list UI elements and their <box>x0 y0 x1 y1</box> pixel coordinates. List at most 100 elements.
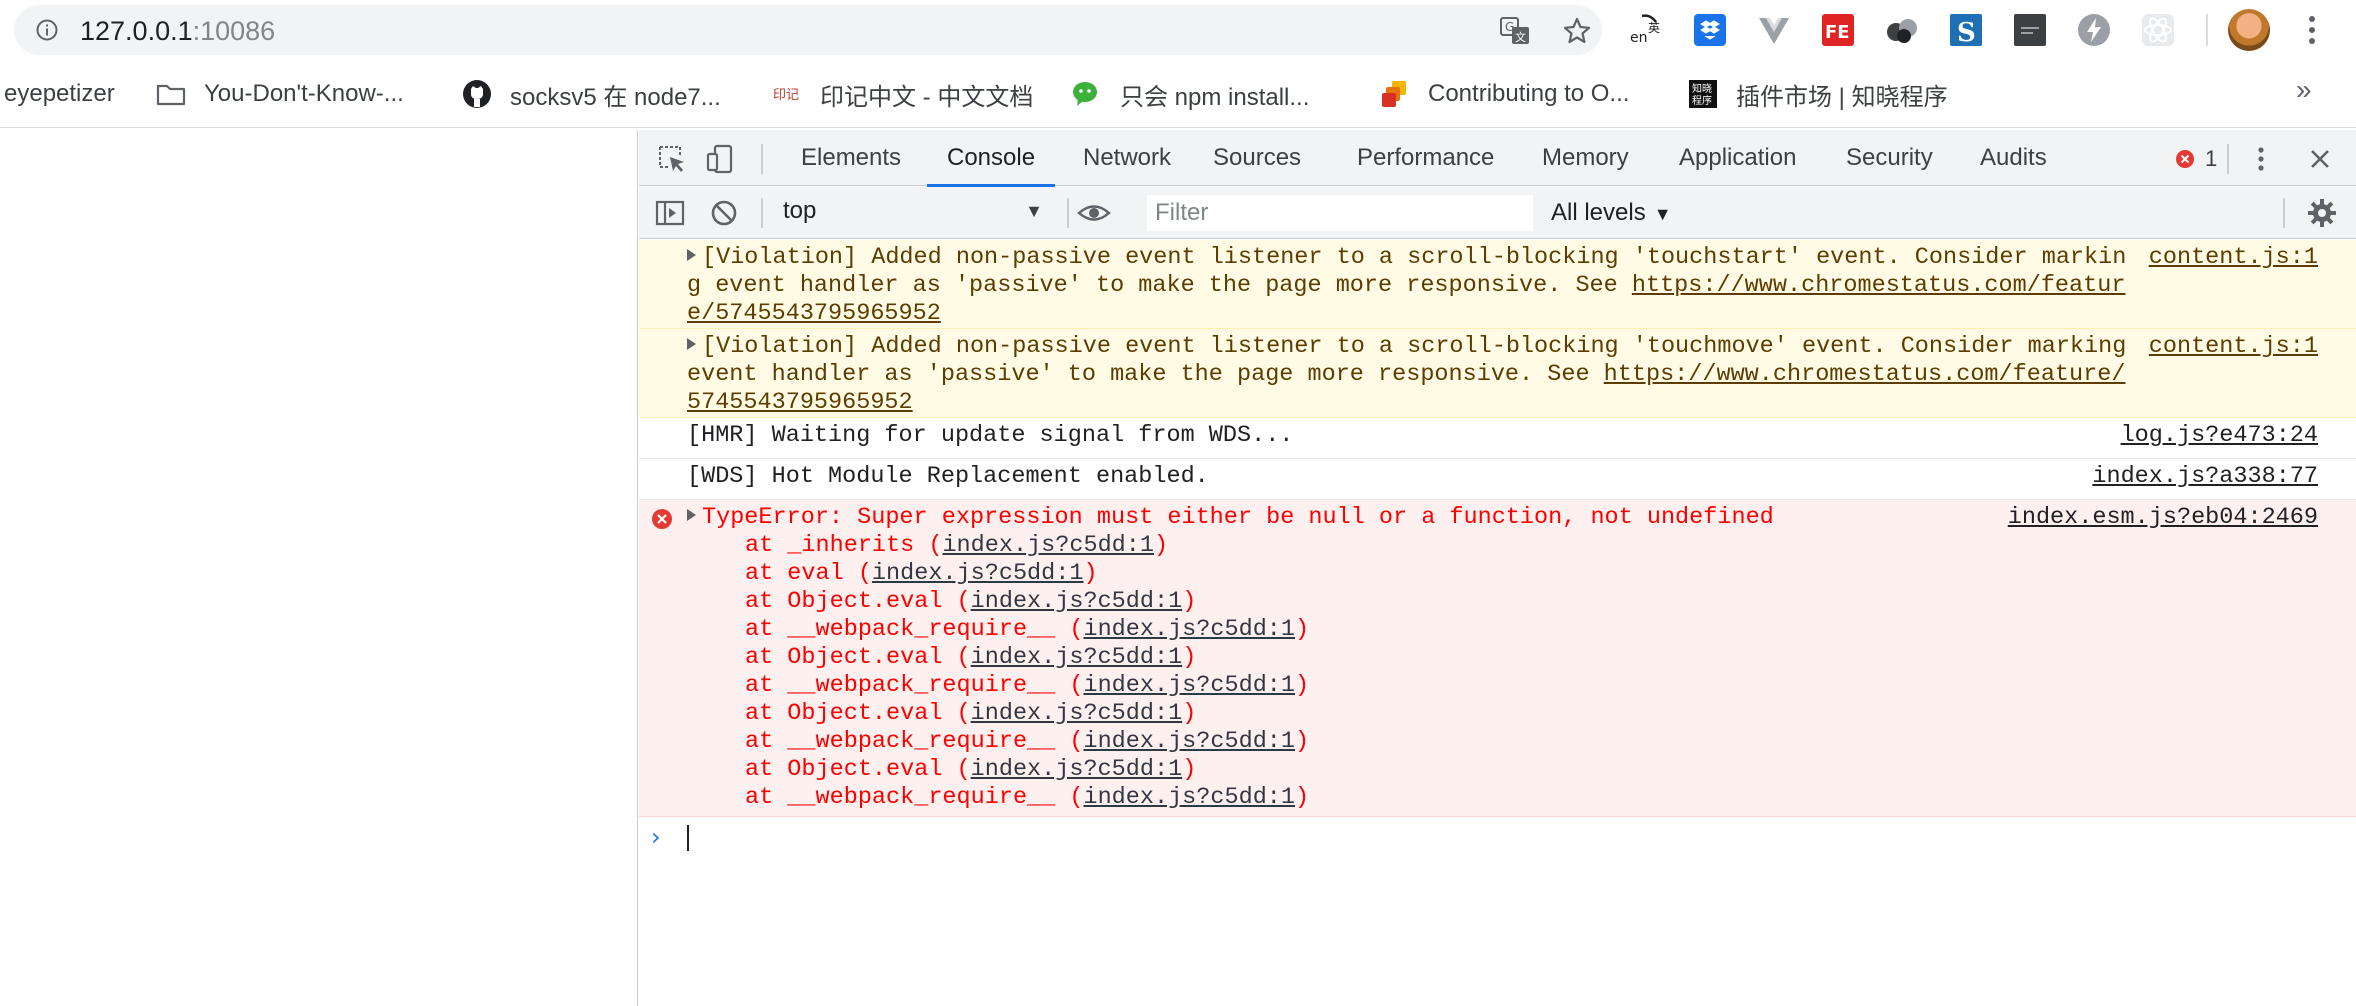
address-bar[interactable]: 127.0.0.1:10086 G 文 <box>14 5 1602 55</box>
bookmark-contributing[interactable]: Contributing to O... <box>1380 74 1629 114</box>
en-translate-icon[interactable]: en 英 <box>1628 12 1664 48</box>
stack-frame-link[interactable]: index.js?c5dd:1 <box>971 700 1183 727</box>
stack-frame-link[interactable]: index.js?c5dd:1 <box>872 560 1084 587</box>
devtools-menu-icon[interactable] <box>2251 144 2271 174</box>
filter-input[interactable] <box>1147 195 1533 231</box>
url-text[interactable]: 127.0.0.1:10086 <box>80 16 275 47</box>
console-prompt[interactable]: › <box>639 817 2356 863</box>
info-icon[interactable] <box>36 19 58 41</box>
tab-console[interactable]: Console <box>926 130 1056 187</box>
expand-triangle-icon[interactable] <box>687 338 696 350</box>
stack-frame-link[interactable]: index.js?c5dd:1 <box>1083 672 1295 699</box>
browser-menu-icon[interactable] <box>2302 14 2322 46</box>
stack-frame: at __webpack_require__ (index.js?c5dd:1) <box>687 616 2136 644</box>
bookmark-docschina[interactable]: 印记 印记中文 - 中文文档 <box>772 74 1033 114</box>
github-icon <box>463 80 491 108</box>
toolbar-divider <box>2227 144 2229 174</box>
tab-sources[interactable]: Sources <box>1213 130 1301 186</box>
console-settings-gear-icon[interactable] <box>2307 198 2337 228</box>
dropbox-icon[interactable] <box>1692 12 1728 48</box>
stack-frame: at __webpack_require__ (index.js?c5dd:1) <box>687 784 2136 812</box>
stack-frame-link[interactable]: index.js?c5dd:1 <box>971 756 1183 783</box>
bookmark-label: 印记中文 - 中文文档 <box>820 83 1034 111</box>
vue-devtools-icon[interactable] <box>1756 12 1792 48</box>
eye-icon[interactable] <box>1077 198 1111 228</box>
message-source-link[interactable]: index.esm.js?eb04:2469 <box>2008 504 2318 532</box>
console-log-message[interactable]: [WDS] Hot Module Replacement enabled. in… <box>639 459 2356 500</box>
bookmark-star-icon[interactable] <box>1562 16 1592 46</box>
tab-memory[interactable]: Memory <box>1542 130 1629 186</box>
bookmark-plugin-market[interactable]: 知晓 程序 插件市场 | 知晓程序 <box>1688 74 1948 114</box>
bookmark-label: Contributing to O... <box>1428 80 1630 107</box>
stack-frame: at eval (index.js?c5dd:1) <box>687 560 2136 588</box>
context-selector[interactable]: top ▼ <box>783 197 1053 229</box>
inspect-element-icon[interactable] <box>657 144 687 174</box>
s-icon[interactable]: S <box>1948 12 1984 48</box>
levels-value: All levels <box>1551 199 1646 226</box>
bookmark-folder-ydkjs[interactable]: You-Don't-Know-... <box>156 74 404 114</box>
device-toolbar-icon[interactable] <box>705 144 735 174</box>
tab-security[interactable]: Security <box>1846 130 1933 186</box>
text-cursor <box>687 825 689 851</box>
console-warning-message[interactable]: [Violation] Added non-passive event list… <box>639 240 2356 329</box>
devtools-tabbar: Elements Console Network Sources Perform… <box>639 130 2356 187</box>
toolbar-divider <box>761 144 763 174</box>
dots-icon[interactable] <box>1884 12 1920 48</box>
bookmark-label: 只会 npm install... <box>1120 83 1310 111</box>
lightning-icon[interactable] <box>2076 12 2112 48</box>
message-source-link[interactable]: log.js?e473:24 <box>2121 422 2318 450</box>
stack-frame-paren: ) <box>1295 728 1310 755</box>
message-source-link[interactable]: index.js?a338:77 <box>2092 463 2318 491</box>
console-warning-message[interactable]: [Violation] Added non-passive event list… <box>639 329 2356 418</box>
svg-text:印记: 印记 <box>773 88 799 103</box>
stack-frame-paren: ) <box>1182 700 1197 727</box>
stack-frame-link[interactable]: index.js?c5dd:1 <box>1083 784 1295 811</box>
expand-triangle-icon[interactable] <box>687 249 696 261</box>
bookmark-label: socksv5 在 node7... <box>510 83 721 111</box>
bookmark-eyepetizer[interactable]: eyepetizer <box>4 74 115 114</box>
stack-frame-paren: ) <box>1182 644 1197 671</box>
tab-audits[interactable]: Audits <box>1980 130 2047 186</box>
clear-console-icon[interactable] <box>709 198 739 228</box>
bookmark-socksv5[interactable]: socksv5 在 node7... <box>462 74 721 114</box>
react-devtools-icon[interactable] <box>2140 12 2176 48</box>
tab-performance[interactable]: Performance <box>1357 130 1494 186</box>
message-text: [WDS] Hot Module Replacement enabled. <box>687 463 1209 490</box>
error-count-badge[interactable]: 1 <box>2175 146 2217 172</box>
stack-frame-link[interactable]: index.js?c5dd:1 <box>1083 728 1295 755</box>
toolbar-divider <box>2283 198 2285 228</box>
tab-application[interactable]: Application <box>1679 130 1796 186</box>
toolbar-divider <box>1067 198 1069 228</box>
tab-elements[interactable]: Elements <box>801 130 901 186</box>
console-error-message[interactable]: TypeError: Super expression must either … <box>639 500 2356 817</box>
bookmark-npm-install[interactable]: 只会 npm install... <box>1072 74 1309 114</box>
sidebar-toggle-icon[interactable] <box>655 198 685 228</box>
stack-frame-link[interactable]: index.js?c5dd:1 <box>971 588 1183 615</box>
bookmarks-overflow-button[interactable]: » <box>2296 74 2312 106</box>
close-devtools-icon[interactable] <box>2305 144 2335 174</box>
stack-frame-paren: ) <box>1295 784 1310 811</box>
wechat-icon <box>1073 82 1097 106</box>
log-levels-dropdown[interactable]: All levels ▼ <box>1551 195 1672 231</box>
message-source-link[interactable]: content.js:1 <box>2149 244 2318 272</box>
console-log-message[interactable]: [HMR] Waiting for update signal from WDS… <box>639 418 2356 459</box>
error-count: 1 <box>2205 146 2218 171</box>
message-source-link[interactable]: content.js:1 <box>2149 333 2318 361</box>
folder-icon <box>156 84 186 106</box>
stack-trace: at _inherits (index.js?c5dd:1) at eval (i… <box>687 532 2136 812</box>
svg-text:S: S <box>1957 18 1976 48</box>
expand-triangle-icon[interactable] <box>687 509 696 521</box>
stack-frame-link[interactable]: index.js?c5dd:1 <box>1083 616 1295 643</box>
message-text: TypeError: Super expression must either … <box>702 504 1774 531</box>
devtools-panel: Elements Console Network Sources Perform… <box>639 130 2356 1006</box>
stack-frame-function: at eval ( <box>745 560 872 587</box>
stack-frame-link[interactable]: index.js?c5dd:1 <box>971 644 1183 671</box>
fe-helper-icon[interactable]: FE <box>1820 12 1856 48</box>
tab-network[interactable]: Network <box>1083 130 1171 186</box>
stack-frame-link[interactable]: index.js?c5dd:1 <box>942 532 1154 559</box>
dark-square-icon[interactable] <box>2012 12 2048 48</box>
error-icon <box>2176 150 2194 168</box>
profile-avatar[interactable] <box>2228 9 2270 51</box>
translate-icon[interactable]: G 文 <box>1500 17 1530 45</box>
bookmark-label: eyepetizer <box>4 80 115 107</box>
